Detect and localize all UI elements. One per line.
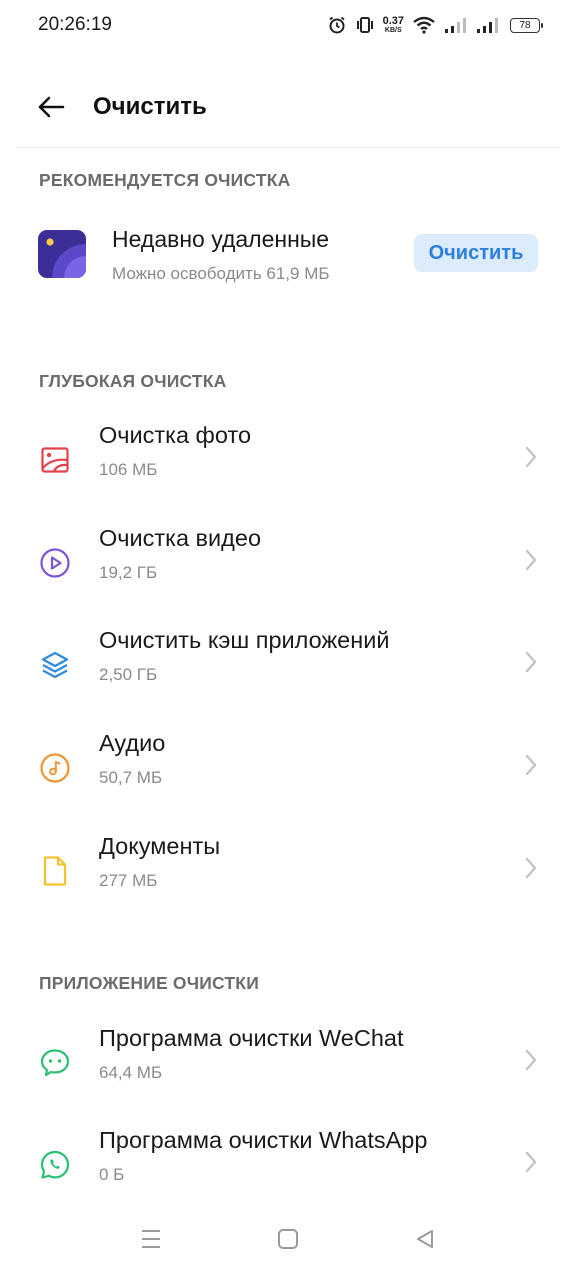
- home-button[interactable]: [273, 1224, 303, 1254]
- list-item-wechat[interactable]: Программа очистки WeChat 64,4 МБ: [0, 1008, 576, 1108]
- page-title: Очистить: [93, 93, 207, 120]
- photo-icon: [38, 443, 72, 477]
- item-size: 64,4 МБ: [99, 1063, 163, 1082]
- chevron-right-icon: [520, 1048, 542, 1072]
- item-title: Программа очистки WhatsApp: [99, 1127, 428, 1153]
- item-size: 0 Б: [99, 1165, 125, 1184]
- back-triangle-icon: [417, 1230, 433, 1248]
- item-size: 19,2 ГБ: [99, 563, 158, 582]
- chevron-right-icon: [520, 445, 542, 469]
- signal-icon: [477, 18, 498, 33]
- net-speed-unit: KB/S: [384, 27, 402, 34]
- clean-button[interactable]: Очистить: [414, 234, 538, 272]
- chevron-right-icon: [520, 753, 542, 777]
- list-item-documents[interactable]: Документы 277 МБ: [0, 816, 576, 916]
- menu-button[interactable]: [136, 1224, 166, 1254]
- alarm-icon: [328, 16, 345, 34]
- section-title-deep: ГЛУБОКАЯ ОЧИСТКА: [39, 371, 227, 391]
- list-item-audio[interactable]: Аудио 50,7 МБ: [0, 713, 576, 813]
- wechat-icon: [38, 1046, 72, 1080]
- back-nav-button[interactable]: [410, 1224, 440, 1254]
- section-title-recommended: РЕКОМЕНДУЕТСЯ ОЧИСТКА: [39, 170, 291, 190]
- menu-icon: [142, 1230, 160, 1248]
- whatsapp-icon: [38, 1148, 72, 1182]
- home-square-icon: [278, 1229, 298, 1249]
- item-size: 2,50 ГБ: [99, 665, 158, 684]
- item-title: Очистка фото: [99, 422, 252, 448]
- item-size: 50,7 МБ: [99, 768, 163, 787]
- item-title: Документы: [99, 833, 221, 859]
- section-title-apps: ПРИЛОЖЕНИЕ ОЧИСТКИ: [39, 973, 259, 993]
- recently-deleted-subtitle: Можно освободить 61,9 МБ: [112, 264, 330, 283]
- item-title: Программа очистки WeChat: [99, 1025, 404, 1051]
- net-speed: 0.37 KB/S: [382, 15, 404, 35]
- list-item-photo[interactable]: Очистка фото 106 МБ: [0, 405, 576, 505]
- vibrate-icon: [356, 17, 373, 33]
- item-title: Очистка видео: [99, 525, 262, 551]
- signal-icon: [445, 18, 466, 33]
- video-play-icon: [38, 546, 72, 580]
- chevron-right-icon: [520, 1150, 542, 1174]
- item-title: Очистить кэш приложений: [99, 627, 390, 653]
- chevron-right-icon: [520, 650, 542, 674]
- recently-deleted-item[interactable]: Недавно удаленные Можно освободить 61,9 …: [0, 208, 576, 308]
- status-time: 20:26:19: [38, 14, 112, 35]
- layers-icon: [38, 648, 72, 682]
- net-speed-value: 0.37: [382, 15, 404, 27]
- battery-icon: 78: [510, 17, 543, 33]
- chevron-right-icon: [520, 548, 542, 572]
- header: Очистить: [0, 76, 576, 138]
- recently-deleted-title: Недавно удаленные: [112, 226, 330, 252]
- wifi-icon: [413, 16, 435, 34]
- item-size: 106 МБ: [99, 460, 158, 479]
- list-item-video[interactable]: Очистка видео 19,2 ГБ: [0, 508, 576, 608]
- status-icons: 0.37 KB/S 78: [327, 12, 543, 38]
- status-bar: 20:26:19 0.37 KB/S 78: [0, 0, 576, 50]
- battery-level: 78: [519, 19, 531, 31]
- list-item-whatsapp[interactable]: Программа очистки WhatsApp 0 Б: [0, 1110, 576, 1210]
- item-size: 277 МБ: [99, 871, 158, 890]
- arrow-left-icon: [38, 96, 65, 118]
- list-item-app-cache[interactable]: Очистить кэш приложений 2,50 ГБ: [0, 610, 576, 710]
- header-divider: [18, 147, 558, 148]
- document-icon: [38, 854, 72, 888]
- recently-deleted-icon: [38, 230, 86, 278]
- music-note-icon: [38, 751, 72, 785]
- item-title: Аудио: [99, 730, 166, 756]
- system-nav-bar: [0, 1210, 576, 1266]
- chevron-right-icon: [520, 856, 542, 880]
- back-button[interactable]: [34, 90, 68, 124]
